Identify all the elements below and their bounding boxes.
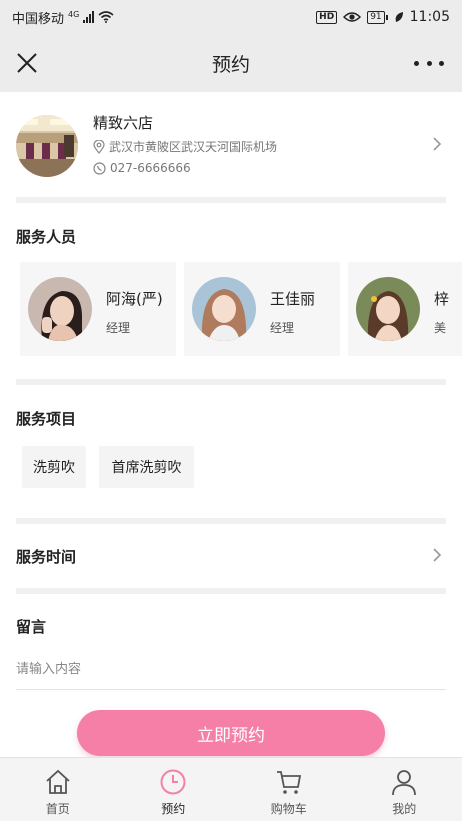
leaf-icon (395, 12, 403, 22)
staff-name: 王佳丽 (270, 290, 316, 308)
message-section-title: 留言 (16, 618, 47, 636)
hd-icon: HD (316, 10, 338, 24)
tab-label: 我的 (392, 802, 417, 816)
avatar (192, 277, 256, 341)
close-icon[interactable] (14, 50, 40, 76)
chevron-right-icon (433, 137, 442, 151)
user-icon (392, 770, 417, 796)
tab-label: 预约 (161, 802, 186, 816)
section-divider (16, 379, 446, 385)
staff-role: 经理 (106, 321, 131, 335)
store-photo (16, 115, 78, 177)
service-tag[interactable]: 首席洗剪吹 (99, 446, 194, 488)
store-phone-row[interactable]: 027-6666666 (93, 161, 191, 175)
clock-time: 11:05 (409, 9, 450, 25)
store-card[interactable]: 精致六店 武汉市黄陂区武汉天河国际机场 027-6666666 (0, 110, 462, 182)
wifi-icon (98, 11, 114, 23)
staff-role: 美 (434, 321, 447, 335)
staff-name: 阿海(严) (106, 290, 163, 308)
more-icon[interactable] (414, 50, 444, 76)
section-divider (16, 518, 446, 524)
page-title: 预约 (211, 53, 250, 76)
chevron-right-icon (433, 548, 442, 562)
store-address-row: 武汉市黄陂区武汉天河国际机场 (93, 138, 277, 155)
services-section-title: 服务项目 (16, 410, 77, 428)
staff-carousel[interactable]: 阿海(严) 经理 王佳丽 经理 梓 美 (20, 262, 462, 356)
book-now-button[interactable]: 立即预约 (77, 710, 385, 756)
cart-icon (276, 771, 301, 794)
time-section-title: 服务时间 (16, 548, 77, 566)
tab-booking[interactable]: 预约 (116, 758, 232, 821)
tab-profile[interactable]: 我的 (347, 758, 462, 821)
staff-card[interactable]: 梓 美 (348, 262, 462, 356)
service-time-row[interactable]: 服务时间 (0, 534, 462, 580)
avatar (28, 277, 92, 341)
signal-icon (83, 11, 95, 23)
tab-cart[interactable]: 购物车 (231, 758, 347, 821)
avatar (356, 277, 420, 341)
staff-role: 经理 (270, 321, 295, 335)
home-icon (46, 769, 70, 794)
phone-icon (93, 161, 106, 175)
staff-section-title: 服务人员 (16, 228, 77, 246)
message-input[interactable] (16, 650, 446, 690)
network-badge: 4G (68, 9, 80, 19)
tab-home[interactable]: 首页 (0, 758, 116, 821)
eye-icon (343, 12, 362, 22)
tab-bar: 首页 预约 购物车 我的 (0, 757, 462, 821)
section-divider (16, 588, 446, 594)
staff-name: 梓 (434, 290, 450, 308)
store-address: 武汉市黄陂区武汉天河国际机场 (109, 140, 278, 154)
location-icon (93, 139, 105, 154)
carrier-label: 中国移动 (12, 11, 65, 27)
section-divider (16, 197, 446, 203)
clock-icon (160, 769, 186, 795)
staff-card[interactable]: 阿海(严) 经理 (20, 262, 176, 356)
battery-level: 91 (367, 10, 385, 24)
service-tag[interactable]: 洗剪吹 (22, 446, 86, 488)
store-name: 精致六店 (93, 114, 154, 132)
battery-icon: 91 (367, 10, 388, 24)
tab-label: 首页 (45, 802, 70, 816)
tab-label: 购物车 (270, 802, 307, 816)
staff-card[interactable]: 王佳丽 经理 (184, 262, 340, 356)
nav-bar: 预约 (0, 34, 462, 92)
status-bar: 中国移动 4G HD 91 11:05 (0, 0, 462, 34)
store-phone: 027-6666666 (110, 161, 191, 175)
